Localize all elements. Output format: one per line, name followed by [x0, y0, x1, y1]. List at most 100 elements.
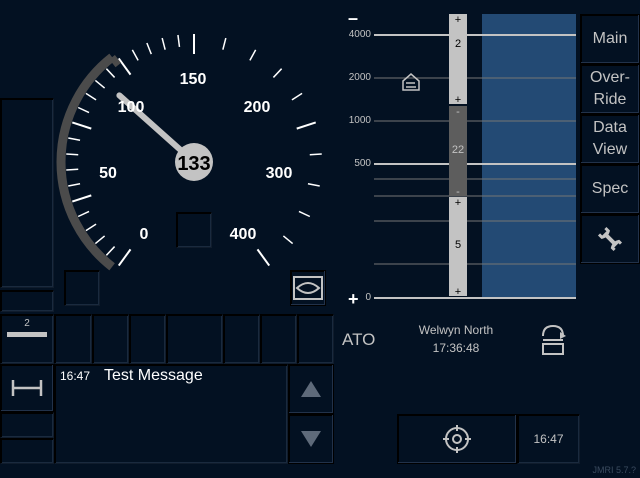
speed-label-150: 150	[180, 71, 207, 88]
override-label-line1: Over-	[590, 69, 630, 86]
speed-tick	[71, 121, 92, 130]
mode-button[interactable]	[290, 270, 326, 306]
speed-tick	[177, 34, 181, 48]
gradient-segment-value: 5	[454, 239, 462, 251]
speed-tick	[105, 68, 116, 78]
crosshair-icon	[443, 425, 471, 453]
down-arrow-icon	[301, 431, 321, 447]
gradient-indicator-box	[0, 290, 54, 312]
speed-tick	[66, 168, 79, 171]
speed-tick	[249, 49, 257, 61]
speedometer: 133 0 50 100 150 200 300 400	[56, 34, 322, 271]
indicator-box-7	[297, 314, 334, 364]
release-speed-box	[176, 212, 212, 248]
indicator-box-6	[260, 314, 297, 364]
arrival-time: 17:36:48	[432, 341, 480, 355]
version-label: JMRI 5.7.?	[592, 465, 636, 475]
speed-tick	[68, 182, 81, 187]
speed-tick	[85, 92, 97, 101]
distance-label-2000: 2000	[348, 72, 371, 83]
speed-label-100: 100	[118, 99, 145, 116]
speed-label-300: 300	[266, 165, 293, 182]
target-distance-area	[0, 98, 54, 288]
settings-button[interactable]	[580, 214, 640, 264]
level-info-box-1	[0, 412, 54, 438]
main-button-label: Main	[592, 30, 628, 47]
up-arrow-icon	[301, 381, 321, 397]
gradient-segment-bottom-sign: +	[454, 94, 462, 106]
data-view-button[interactable]: Data View	[580, 114, 640, 164]
clock-time: 16:47	[533, 432, 564, 446]
speed-tick	[146, 42, 152, 55]
override-label-line2: Ride	[593, 91, 627, 108]
clock-box: 16:47	[517, 414, 580, 464]
speed-label-400: 400	[230, 226, 257, 243]
gradient-segment-value: 2	[454, 38, 462, 50]
gradient-value-box: 2	[0, 314, 54, 364]
speed-label-50: 50	[99, 165, 117, 182]
speed-tick	[272, 68, 283, 78]
eye-icon	[293, 276, 323, 300]
planning-area: 4000 2000 1000 500 0 – + + 2 + - 22 - + …	[334, 0, 580, 310]
data-view-label-line1: Data	[593, 119, 627, 136]
train-turn-icon	[542, 324, 566, 355]
level-button[interactable]	[0, 364, 54, 412]
speed-tick	[222, 37, 227, 50]
indicator-box-5	[223, 314, 260, 364]
speed-tick	[282, 235, 294, 245]
speed-tick	[291, 92, 303, 101]
scale-zoom-in-button[interactable]: +	[348, 289, 359, 310]
speed-tick	[77, 106, 90, 114]
scroll-up-button[interactable]	[288, 364, 334, 414]
distance-label-500: 500	[354, 158, 371, 169]
speed-tick	[309, 153, 322, 156]
ato-control-button[interactable]	[397, 414, 517, 464]
gradient-segment-uphill-2: + 5 +	[449, 197, 467, 298]
message-text: Test Message	[104, 367, 203, 384]
current-speed: 133	[177, 153, 210, 175]
indicator-box-2	[92, 314, 129, 364]
speed-label-0: 0	[140, 226, 149, 243]
speed-tick	[85, 223, 97, 232]
speed-tick	[94, 235, 106, 245]
speed-tick	[105, 246, 116, 256]
level-transition-box	[64, 270, 100, 306]
gradient-bar	[7, 332, 47, 337]
speed-tick	[256, 248, 271, 267]
speed-tick	[77, 210, 90, 218]
ato-label: ATO	[342, 330, 376, 349]
indicator-box-4	[166, 314, 223, 364]
speed-tick	[68, 137, 81, 142]
permitted-speed-arc	[56, 53, 115, 271]
scroll-down-button[interactable]	[288, 414, 334, 464]
speed-tick	[161, 37, 166, 50]
message-area: 16:47 Test Message	[54, 364, 288, 464]
spec-button[interactable]: Spec	[580, 164, 640, 214]
speed-tick	[66, 153, 79, 156]
shunting-icon	[11, 380, 43, 396]
speed-tick	[131, 49, 139, 61]
indicator-box-3	[129, 314, 166, 364]
scale-zoom-out-button[interactable]: –	[348, 8, 358, 29]
gradient-segment-downhill: - 22 -	[449, 106, 467, 198]
gradient-segment-top-sign: +	[454, 197, 462, 209]
speed-tick	[307, 182, 320, 187]
gradient-segment-bottom-sign: +	[454, 286, 462, 298]
gradient-segment-uphill-1: + 2 +	[449, 14, 467, 106]
indicator-box-1	[54, 314, 92, 364]
speed-tick	[117, 248, 132, 267]
station-name: Welwyn North	[418, 323, 494, 337]
gradient-segment-value: 22	[451, 144, 465, 156]
gradient-value: 2	[24, 318, 30, 329]
gradient-segment-top-sign: +	[454, 14, 462, 26]
gradient-segment-top-sign: -	[456, 106, 460, 118]
speed-label-200: 200	[244, 99, 271, 116]
spec-button-label: Spec	[591, 180, 629, 197]
main-button[interactable]: Main	[580, 14, 640, 64]
distance-label-1000: 1000	[348, 115, 371, 126]
distance-label-4000: 4000	[348, 29, 371, 40]
override-button[interactable]: Over- Ride	[580, 64, 640, 114]
speed-tick	[94, 79, 106, 89]
wrench-icon	[597, 226, 623, 252]
house-arrow-icon	[402, 73, 420, 91]
